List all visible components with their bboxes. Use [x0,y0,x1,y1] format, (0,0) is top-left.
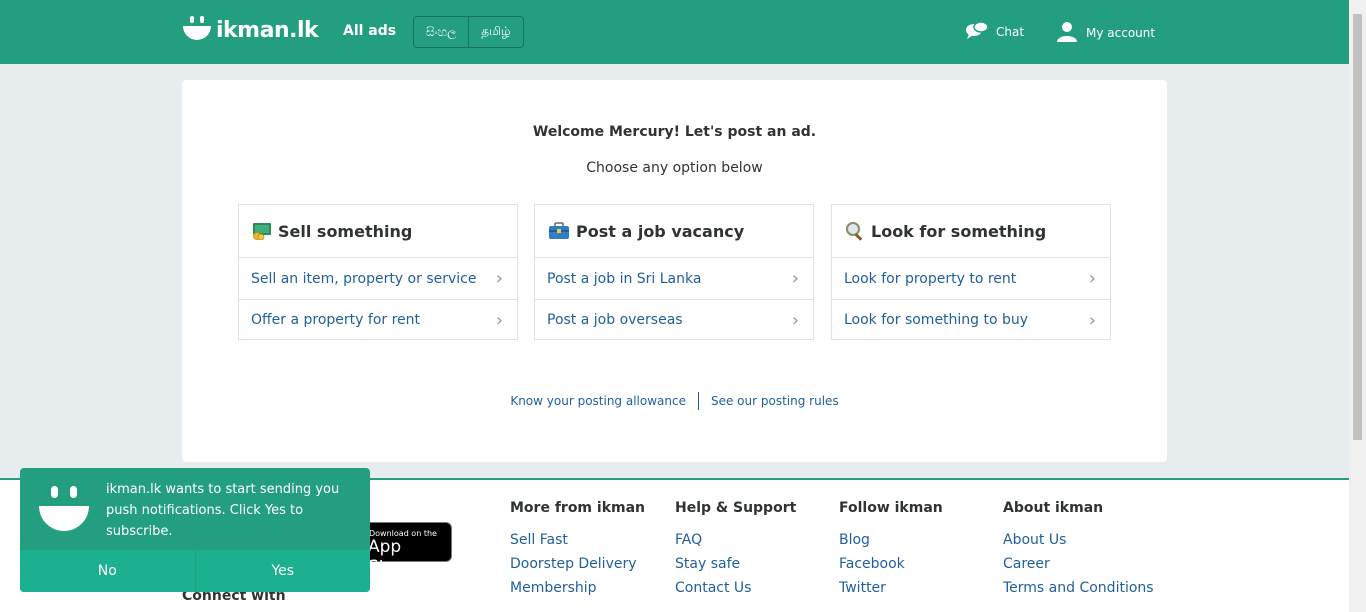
footer-link[interactable]: Terms and Conditions [1003,580,1154,604]
footer-link[interactable]: Facebook [839,556,943,580]
lang-tamil-button[interactable]: தமிழ் [468,17,522,47]
sell-something-box: Sell something Sell an item, property or… [238,204,518,340]
logo-text: ikman.lk [216,17,319,43]
option-label: Post a job in Sri Lanka [547,270,702,287]
footer-link[interactable]: Blog [839,532,943,556]
notification-actions: No Yes [20,550,370,592]
box-header: Post a job vacancy [535,205,813,258]
chevron-right-icon: › [495,268,503,289]
chat-link[interactable]: Chat [966,20,1024,43]
footer-link[interactable]: Stay safe [675,556,796,580]
choose-subheading: Choose any option below [586,160,763,176]
app-store-big-text: App Store [368,537,413,577]
option-job-sri-lanka[interactable]: Post a job in Sri Lanka › [535,258,813,299]
option-sell-item[interactable]: Sell an item, property or service › [239,258,517,299]
footer-column-title: More from ikman [510,500,646,516]
option-offer-rent[interactable]: Offer a property for rent › [239,299,517,340]
chevron-right-icon: › [1088,309,1096,331]
footer-link[interactable]: Contact Us [675,580,796,604]
footer-link[interactable]: Doorstep Delivery [510,556,645,580]
scrollbar-thumb[interactable] [1353,14,1362,440]
posting-rules-link[interactable]: See our posting rules [711,394,839,408]
top-header: ikman.lk All ads සිංහල தமிழ் Chat My acc… [0,0,1349,64]
footer-column-help: Help & Support FAQ Stay safe Contact Us [675,500,796,604]
footer-column-about: About ikman About Us Career Terms and Co… [1003,500,1154,604]
box-header: Sell something [239,205,517,258]
my-account-label: My account [1086,25,1156,40]
vertical-scrollbar[interactable] [1349,0,1366,612]
chevron-right-icon: › [495,309,503,331]
post-job-box: Post a job vacancy Post a job in Sri Lan… [534,204,814,340]
footer-column-title: About ikman [1003,500,1104,516]
look-for-something-box: Look for something Look for property to … [831,204,1111,340]
chat-label: Chat [996,24,1025,39]
chevron-right-icon: › [791,268,799,289]
divider [697,392,699,410]
app-store-badge[interactable]: Download on the App Store [360,522,452,577]
box-title: Sell something [278,221,413,241]
push-notification-prompt: ikman.lk wants to start sending you push… [20,468,370,592]
option-label: Look for property to rent [844,270,1017,287]
footer-link[interactable]: Sell Fast [510,532,645,556]
chat-bubble-icon [966,20,996,43]
posting-links: Know your posting allowance See our post… [182,392,1167,410]
notification-message: ikman.lk wants to start sending you push… [106,482,340,539]
footer-link[interactable]: FAQ [675,532,796,556]
option-label: Offer a property for rent [251,312,421,328]
my-account-link[interactable]: My account [1056,20,1155,45]
welcome-heading: Welcome Mercury! Let's post an ad. [532,124,817,140]
footer-link[interactable]: Membership [510,580,645,604]
box-header: Look for something [832,205,1110,258]
option-label: Look for something to buy [844,312,1029,328]
footer-column-title: Follow ikman [839,500,943,516]
posting-allowance-link[interactable]: Know your posting allowance [510,394,686,408]
chevron-right-icon: › [1088,268,1096,289]
language-switcher: සිංහල தமிழ் [413,16,524,48]
footer-column-follow: Follow ikman Blog Facebook Twitter [839,500,943,604]
smiley-logo-icon [38,486,90,534]
post-ad-card: Welcome Mercury! Let's post an ad. Choos… [182,80,1167,462]
briefcase-icon [548,222,570,240]
magnifier-icon [845,221,865,241]
footer-link[interactable]: Twitter [839,580,943,604]
user-icon [1056,20,1086,45]
lang-sinhala-button[interactable]: සිංහල [414,17,468,47]
option-property-rent[interactable]: Look for property to rent › [832,258,1110,299]
footer-link[interactable]: Career [1003,556,1154,580]
all-ads-link[interactable]: All ads [343,23,396,39]
smiley-logo-icon [182,16,212,44]
option-something-buy[interactable]: Look for something to buy › [832,299,1110,340]
yes-button[interactable]: Yes [194,550,371,592]
footer-column-more: More from ikman Sell Fast Doorstep Deliv… [510,500,645,604]
box-title: Look for something [871,221,1047,241]
footer-link[interactable]: About Us [1003,532,1154,556]
chevron-right-icon: › [791,309,799,331]
option-label: Sell an item, property or service [251,270,477,287]
site-logo[interactable]: ikman.lk [182,16,319,44]
no-button[interactable]: No [20,550,195,592]
option-job-overseas[interactable]: Post a job overseas › [535,299,813,340]
option-label: Post a job overseas [547,312,683,328]
footer-column-title: Help & Support [675,500,797,516]
money-icon [252,222,272,240]
box-title: Post a job vacancy [576,221,745,241]
